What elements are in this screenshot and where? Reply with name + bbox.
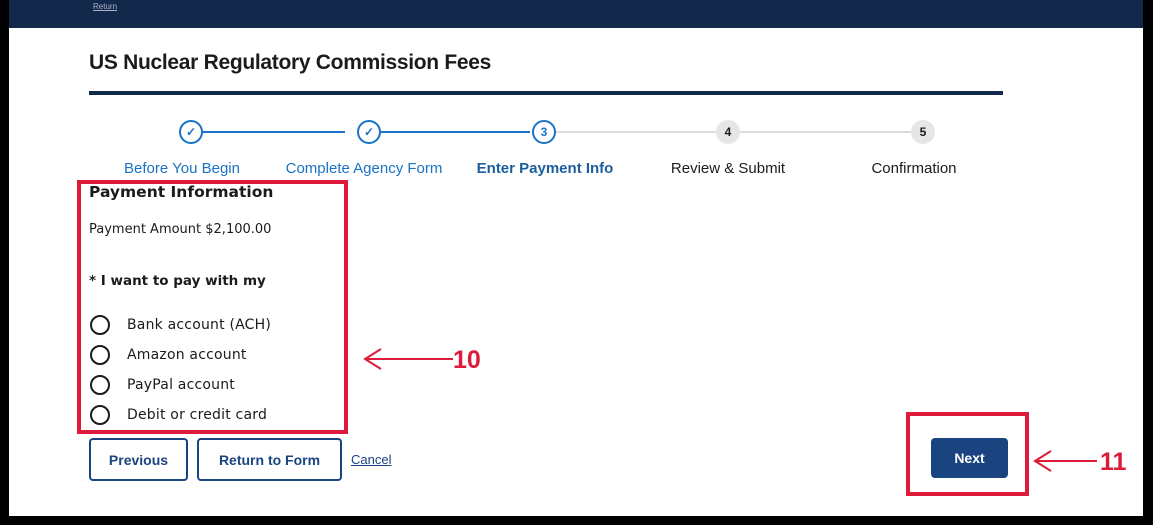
step-connector-3-4 [556,131,716,133]
page-frame: Return US Nuclear Regulatory Commission … [9,0,1143,516]
annotation-arrow-11 [1033,450,1097,472]
step-1-circle: ✓ [179,120,203,144]
annotation-box-payment-options [77,180,348,434]
bottom-border [9,516,1143,525]
step-4-circle: 4 [716,120,740,144]
check-icon: ✓ [185,125,197,139]
step-4-label: Review & Submit [670,160,786,177]
step-number: 4 [724,125,732,139]
progress-stepper: ✓ ✓ 3 4 5 Before You Begin Complete Agen… [9,0,1143,190]
step-number: 5 [919,125,927,139]
step-connector-1-2 [203,131,345,133]
step-3-label: Enter Payment Info [476,160,614,177]
step-2-circle: ✓ [357,120,381,144]
return-to-form-button[interactable]: Return to Form [197,438,342,481]
step-1-label[interactable]: Before You Begin [124,160,240,177]
annotation-arrow-10 [363,348,453,370]
step-5-circle: 5 [911,120,935,144]
step-5-label: Confirmation [871,160,957,177]
step-number: 3 [540,125,548,139]
step-connector-2-3 [381,131,530,133]
annotation-label-11: 11 [1100,448,1127,476]
previous-button[interactable]: Previous [89,438,188,481]
annotation-box-next-button [906,412,1029,496]
step-2-label[interactable]: Complete Agency Form [286,160,443,177]
cancel-link[interactable]: Cancel [351,452,391,467]
step-connector-4-5 [740,131,911,133]
check-icon: ✓ [363,125,375,139]
annotation-label-10: 10 [453,346,481,374]
step-3-circle: 3 [532,120,556,144]
